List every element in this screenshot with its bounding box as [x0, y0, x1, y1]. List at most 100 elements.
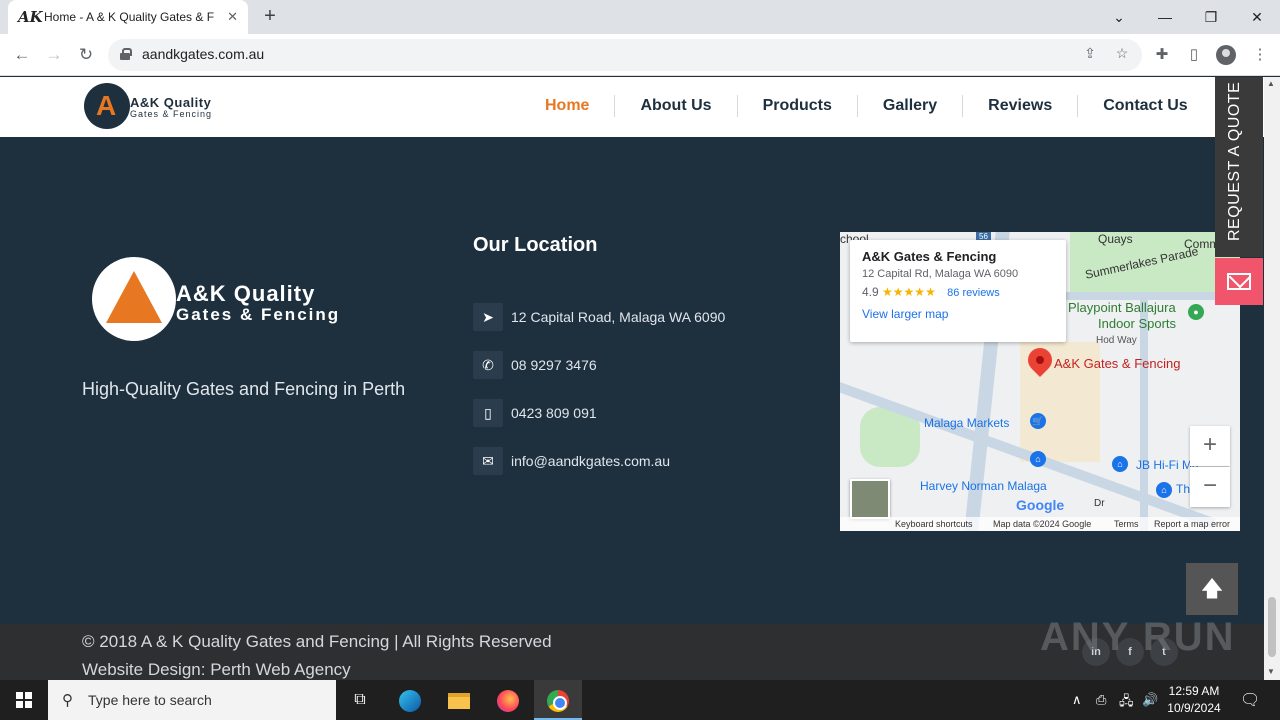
url-text[interactable]: aandkgates.com.au: [142, 46, 264, 62]
notification-icon[interactable]: 🗨: [1240, 690, 1260, 710]
mail-tab-button[interactable]: [1215, 258, 1263, 305]
location-arrow-icon: ➤: [473, 303, 503, 331]
report-map-error-link[interactable]: Report a map error: [1154, 519, 1230, 529]
map-recreation-icon[interactable]: ●: [1188, 304, 1204, 320]
mobile-icon: ▯: [473, 399, 503, 427]
map-attribution-bar: Keyboard shortcuts Map data ©2024 Google…: [840, 517, 1240, 531]
map-shopping-bag-icon[interactable]: ⌂: [1156, 482, 1172, 498]
address-text: 12 Capital Road, Malaga WA 6090: [511, 309, 726, 325]
tab-close-icon[interactable]: ✕: [227, 9, 238, 25]
footer-credits: © 2018 A & K Quality Gates and Fencing |…: [82, 628, 552, 680]
scroll-down-arrow-icon[interactable]: ▼: [1267, 667, 1275, 676]
map-shopping-cart-icon[interactable]: 🛒: [1030, 413, 1046, 429]
page-viewport: A&K Quality Gates & Fencing Home About U…: [0, 77, 1264, 680]
email-row: ✉ info@aandkgates.com.au: [473, 447, 670, 475]
browser-tab[interactable]: AK Home - A & K Quality Gates & F ✕: [8, 0, 248, 34]
keyboard-shortcuts-link[interactable]: Keyboard shortcuts: [895, 519, 973, 529]
view-larger-map-link[interactable]: View larger map: [862, 307, 1054, 321]
share-icon[interactable]: ⇪: [1080, 45, 1100, 65]
design-credit-link[interactable]: Website Design: Perth Web Agency: [82, 656, 552, 680]
chrome-icon[interactable]: [534, 680, 582, 720]
windows-logo-icon: [16, 692, 32, 708]
side-panel-icon[interactable]: ▯: [1184, 45, 1204, 65]
nav-contact-us[interactable]: Contact Us: [1078, 95, 1212, 117]
search-icon: ⚲: [62, 692, 73, 709]
footer-logo[interactable]: A&K Quality Gates & Fencing: [84, 253, 384, 345]
google-logo: Google: [1016, 497, 1065, 513]
nav-products[interactable]: Products: [738, 95, 858, 117]
phone-row: ✆ 08 9297 3476: [473, 351, 597, 379]
map-shopping-bag-icon[interactable]: ⌂: [1030, 451, 1046, 467]
start-button[interactable]: [0, 680, 48, 720]
nav-about-us[interactable]: About Us: [615, 95, 738, 117]
map-place-name: A&K Gates & Fencing: [862, 249, 997, 264]
minimize-button[interactable]: —: [1153, 5, 1177, 29]
embedded-map[interactable]: 56 chool Quays Commun Summerlakes Parade…: [840, 232, 1240, 531]
firefox-icon[interactable]: [484, 680, 532, 720]
map-reviews-link[interactable]: 86 reviews: [947, 287, 1000, 299]
address-row: ➤ 12 Capital Road, Malaga WA 6090: [473, 303, 725, 331]
map-label: Quays: [1098, 232, 1133, 246]
site-header: A&K Quality Gates & Fencing Home About U…: [0, 77, 1264, 137]
edge-icon[interactable]: [386, 680, 434, 720]
envelope-icon: ✉: [473, 447, 503, 475]
new-tab-button[interactable]: +: [258, 5, 282, 29]
network-icon[interactable]: 🖧: [1119, 692, 1134, 714]
anyrun-watermark: ANY RUN: [1040, 615, 1236, 659]
tray-device-icon[interactable]: ⎙: [1096, 692, 1106, 708]
volume-icon[interactable]: 🔊: [1142, 692, 1158, 708]
clock-time: 12:59 AM: [1168, 684, 1220, 698]
nav-reviews[interactable]: Reviews: [963, 95, 1079, 117]
zoom-in-button[interactable]: +: [1190, 426, 1230, 466]
mobile-text[interactable]: 0423 809 091: [511, 405, 597, 421]
nav-gallery[interactable]: Gallery: [858, 95, 964, 117]
restore-button[interactable]: ❐: [1199, 5, 1223, 29]
tray-chevron-up-icon[interactable]: ∧: [1072, 692, 1082, 708]
email-text[interactable]: info@aandkgates.com.au: [511, 453, 670, 469]
profile-avatar-icon[interactable]: [1216, 45, 1236, 65]
satellite-toggle-button[interactable]: [850, 479, 890, 519]
tab-search-chevron-icon[interactable]: ⌄: [1107, 5, 1131, 29]
scroll-up-arrow-icon[interactable]: ▲: [1267, 79, 1275, 88]
lock-icon[interactable]: [120, 48, 132, 60]
forward-arrow-icon[interactable]: →: [42, 43, 66, 67]
task-view-icon[interactable]: ⧉: [336, 680, 384, 720]
zoom-out-button[interactable]: −: [1190, 467, 1230, 507]
arrow-up-icon: 🡅: [1200, 576, 1224, 601]
map-label: Dr: [1094, 498, 1105, 509]
map-label[interactable]: Th: [1176, 482, 1190, 496]
terms-link[interactable]: Terms: [1114, 519, 1139, 529]
file-explorer-icon[interactable]: [435, 680, 483, 720]
address-bar[interactable]: aandkgates.com.au ⇪ ☆: [108, 39, 1142, 71]
map-shopping-bag-icon[interactable]: ⌂: [1112, 456, 1128, 472]
nav-home[interactable]: Home: [520, 95, 616, 117]
phone-icon: ✆: [473, 351, 503, 379]
clock-date: 10/9/2024: [1167, 701, 1221, 715]
map-info-card: A&K Gates & Fencing 12 Capital Rd, Malag…: [850, 240, 1066, 342]
map-pin-label[interactable]: A&K Gates & Fencing: [1054, 356, 1180, 371]
tagline: High-Quality Gates and Fencing in Perth: [82, 379, 406, 399]
page-scrollbar[interactable]: ▲ ▼: [1264, 77, 1280, 680]
reload-icon[interactable]: ↻: [74, 43, 98, 67]
taskbar-clock[interactable]: 12:59 AM 10/9/2024: [1164, 683, 1224, 717]
bookmark-star-icon[interactable]: ☆: [1112, 45, 1132, 65]
map-label[interactable]: Malaga Markets: [924, 416, 1009, 430]
map-label[interactable]: Harvey Norman Malaga: [920, 479, 1047, 493]
tab-title: Home - A & K Quality Gates & F: [44, 10, 215, 24]
taskbar-search-box[interactable]: ⚲ Type here to search: [48, 680, 336, 720]
footer-logo-line2: Gates & Fencing: [176, 305, 341, 324]
close-window-button[interactable]: ✕: [1245, 5, 1269, 29]
extensions-puzzle-icon[interactable]: ✚: [1152, 45, 1172, 65]
scroll-to-top-button[interactable]: 🡅: [1186, 563, 1238, 615]
request-quote-label: REQUEST A QUOTE: [1226, 81, 1243, 241]
menu-kebab-icon[interactable]: ⋮: [1250, 45, 1270, 65]
map-road: [1066, 292, 1240, 300]
map-label: Hod Way: [1096, 335, 1137, 346]
back-arrow-icon[interactable]: ←: [10, 43, 34, 67]
request-quote-tab[interactable]: REQUEST A QUOTE: [1215, 77, 1263, 257]
mobile-row: ▯ 0423 809 091: [473, 399, 597, 427]
phone-text[interactable]: 08 9297 3476: [511, 357, 597, 373]
scrollbar-thumb[interactable]: [1268, 597, 1276, 657]
main-nav: Home About Us Products Gallery Reviews C…: [520, 95, 1213, 117]
header-logo[interactable]: A&K Quality Gates & Fencing: [84, 83, 244, 131]
